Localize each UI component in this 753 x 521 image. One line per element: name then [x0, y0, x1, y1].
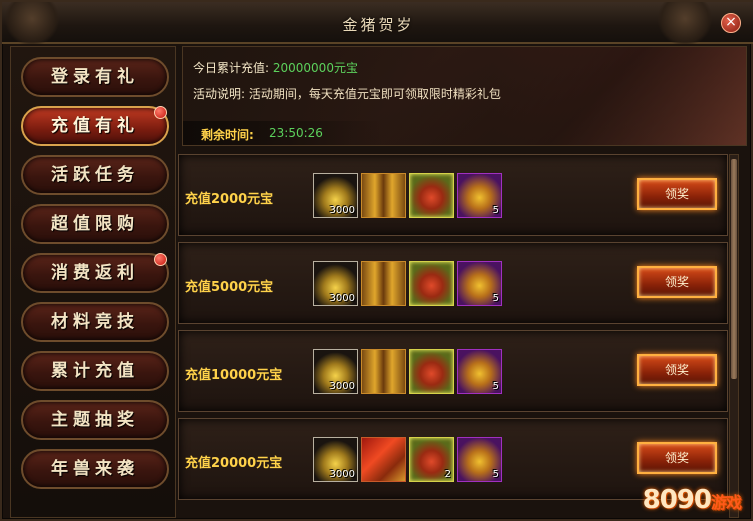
red-pouch-icon[interactable] — [409, 173, 454, 218]
sidebar-item-recharge-gift[interactable]: 充值有礼 — [21, 106, 169, 146]
item-quantity: 5 — [492, 293, 499, 304]
sidebar-item-active-tasks[interactable]: 活跃任务 — [21, 155, 169, 195]
scroll-icon[interactable] — [361, 173, 406, 218]
event-description-text: 活动期间，每天充值元宝即可领取限时精彩礼包 — [248, 87, 501, 101]
red-scroll-icon[interactable] — [361, 437, 406, 482]
gift-bag-icon[interactable]: 5 — [457, 349, 502, 394]
sidebar-item-limited-purchase[interactable]: 超值限购 — [21, 204, 169, 244]
sidebar-item-label: 消费返利 — [51, 263, 139, 283]
claim-reward-button[interactable]: 领奖 — [637, 442, 717, 474]
scrollbar-thumb[interactable] — [731, 159, 737, 379]
sidebar-item-label: 活跃任务 — [51, 165, 139, 185]
gold-ingot-icon[interactable]: 3000 — [313, 173, 358, 218]
reward-tier-label: 充值5000元宝 — [185, 280, 274, 295]
sidebar-item-label: 充值有礼 — [51, 116, 139, 136]
watermark-brand: 8090 — [642, 485, 712, 515]
item-quantity: 5 — [492, 381, 499, 392]
gold-ingot-icon[interactable]: 3000 — [313, 261, 358, 306]
remaining-time-row: 剩余时间: 23:50:26 — [183, 121, 383, 145]
event-description-label: 活动说明: — [193, 87, 246, 101]
notification-badge — [154, 253, 167, 266]
item-quantity: 2 — [444, 469, 451, 480]
remaining-time-label: 剩余时间: — [201, 128, 254, 142]
red-pouch-icon[interactable]: 2 — [409, 437, 454, 482]
item-quantity: 3000 — [329, 469, 355, 480]
reward-tier-label: 充值10000元宝 — [185, 368, 283, 383]
today-recharge-label: 今日累计充值: — [193, 61, 270, 75]
sidebar-item-label: 登录有礼 — [51, 67, 139, 87]
scroll-icon[interactable] — [361, 349, 406, 394]
sidebar-item-label: 材料竞技 — [51, 312, 139, 332]
remaining-time-value: 23:50:26 — [269, 126, 323, 140]
window-title: 金猪贺岁 — [342, 16, 415, 34]
sidebar-item-label: 超值限购 — [51, 214, 139, 234]
sidebar-item-cumulative-recharge[interactable]: 累计充值 — [21, 351, 169, 391]
item-quantity: 3000 — [329, 293, 355, 304]
reward-list-scrollbar[interactable] — [729, 154, 739, 518]
event-window: 金猪贺岁 × 登录有礼 充值有礼 活跃任务 超值限购 消费返利 材料竞技 累计充… — [0, 0, 753, 521]
item-quantity: 3000 — [329, 381, 355, 392]
scroll-icon[interactable] — [361, 261, 406, 306]
sidebar-item-theme-lottery[interactable]: 主题抽奖 — [21, 400, 169, 440]
close-icon: × — [725, 14, 737, 30]
sidebar-item-spend-rebate[interactable]: 消费返利 — [21, 253, 169, 293]
sidebar-item-material-contest[interactable]: 材料竞技 — [21, 302, 169, 342]
reward-tier-label: 充值20000元宝 — [185, 456, 283, 471]
close-button[interactable]: × — [721, 13, 741, 33]
item-quantity: 3000 — [329, 205, 355, 216]
notification-badge — [154, 106, 167, 119]
watermark-suffix: 游戏 — [710, 493, 742, 512]
reward-list: 充值2000元宝 3000 5 领奖 充值5000元宝 3000 5 领奖 充值… — [178, 150, 738, 518]
title-bar: 金猪贺岁 × — [2, 2, 753, 44]
event-info-panel: 今日累计充值: 20000000元宝 活动说明: 活动期间，每天充值元宝即可领取… — [182, 46, 747, 146]
reward-row: 充值2000元宝 3000 5 领奖 — [178, 154, 728, 236]
gift-bag-icon[interactable]: 5 — [457, 437, 502, 482]
reward-row: 充值10000元宝 3000 5 领奖 — [178, 330, 728, 412]
gift-bag-icon[interactable]: 5 — [457, 261, 502, 306]
reward-tier-label: 充值2000元宝 — [185, 192, 274, 207]
sidebar-item-login-gift[interactable]: 登录有礼 — [21, 57, 169, 97]
gold-ingot-icon[interactable]: 3000 — [313, 437, 358, 482]
red-pouch-icon[interactable] — [409, 349, 454, 394]
gift-bag-icon[interactable]: 5 — [457, 173, 502, 218]
item-quantity: 5 — [492, 205, 499, 216]
gold-ingot-icon[interactable]: 3000 — [313, 349, 358, 394]
event-description-line: 活动说明: 活动期间，每天充值元宝即可领取限时精彩礼包 — [193, 85, 501, 102]
site-watermark: 8090游戏 — [642, 485, 742, 515]
today-recharge-line: 今日累计充值: 20000000元宝 — [193, 59, 358, 76]
item-quantity: 5 — [492, 469, 499, 480]
sidebar-item-nian-beast[interactable]: 年兽来袭 — [21, 449, 169, 489]
sidebar-item-label: 累计充值 — [51, 361, 139, 381]
claim-reward-button[interactable]: 领奖 — [637, 354, 717, 386]
claim-reward-button[interactable]: 领奖 — [637, 178, 717, 210]
sidebar-item-label: 主题抽奖 — [51, 410, 139, 430]
today-recharge-value: 20000000元宝 — [272, 61, 358, 75]
reward-row: 充值5000元宝 3000 5 领奖 — [178, 242, 728, 324]
sidebar-item-label: 年兽来袭 — [51, 459, 139, 479]
red-pouch-icon[interactable] — [409, 261, 454, 306]
claim-reward-button[interactable]: 领奖 — [637, 266, 717, 298]
sidebar: 登录有礼 充值有礼 活跃任务 超值限购 消费返利 材料竞技 累计充值 主题抽奖 … — [10, 46, 176, 518]
